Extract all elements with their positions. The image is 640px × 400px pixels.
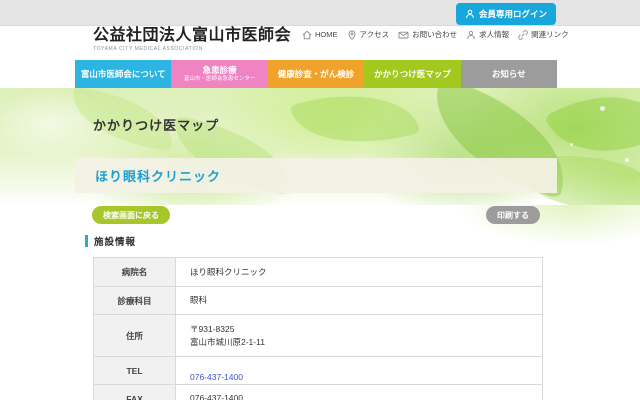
main-nav: 富山市医師会について 急患診療 富山市・医師会急患センター 健康診査・がん検診 … (75, 60, 557, 88)
person-icon (466, 30, 476, 40)
pin-icon (347, 30, 357, 40)
page-title: かかりつけ医マップ (93, 115, 219, 134)
back-to-search-button[interactable]: 検索画面に戻る (92, 206, 170, 224)
nav-contact-label: お問い合わせ (412, 29, 457, 40)
table-row-hospital-name: 病院名 ほり眼科クリニック (94, 258, 543, 287)
nav-home[interactable]: HOME (302, 30, 338, 40)
tab-emergency-label: 急患診療 (203, 65, 237, 75)
tab-emergency-sublabel: 富山市・医師会急患センター (184, 76, 256, 83)
sparkle-decoration (600, 106, 605, 111)
member-login-button[interactable]: 会員専用ログイン (456, 3, 556, 25)
table-row-tel: TEL 076-437-1400 (94, 357, 543, 385)
utility-nav: HOME アクセス お問い合わせ 求人情報 (302, 29, 569, 40)
link-icon (518, 30, 528, 40)
tab-news[interactable]: お知らせ (461, 60, 557, 88)
member-login-label: 会員専用ログイン (479, 8, 547, 20)
nav-home-label: HOME (315, 30, 338, 39)
row-label: 診療科目 (94, 287, 176, 315)
tab-health-checkup[interactable]: 健康診査・がん検診 (268, 60, 364, 88)
nav-contact[interactable]: お問い合わせ (398, 29, 457, 40)
row-value: 076-437-1400 (176, 357, 543, 385)
table-row-department: 診療科目 眼科 (94, 287, 543, 315)
site-subtitle: TOYAMA CITY MEDICAL ASSOCIATION (93, 46, 291, 52)
page: 会員専用ログイン 公益社団法人富山市医師会 TOYAMA CITY MEDICA… (0, 0, 640, 400)
row-value: 〒931-8325 富山市城川原2-1-11 (176, 315, 543, 357)
mail-icon (398, 30, 409, 40)
row-label: 病院名 (94, 258, 176, 287)
table-row-address: 住所 〒931-8325 富山市城川原2-1-11 (94, 315, 543, 357)
tel-link[interactable]: 076-437-1400 (190, 372, 243, 382)
nav-access[interactable]: アクセス (347, 29, 390, 40)
site-branding[interactable]: 公益社団法人富山市医師会 TOYAMA CITY MEDICAL ASSOCIA… (93, 27, 291, 52)
facility-info-label: 施設情報 (94, 234, 136, 248)
table-row-fax: FAX 076-437-1400 (94, 385, 543, 400)
home-icon (302, 30, 312, 40)
tab-doctor-map[interactable]: かかりつけ医マップ (364, 60, 460, 88)
nav-recruit-label: 求人情報 (479, 29, 509, 40)
clinic-name-heading: ほり眼科クリニック (75, 158, 557, 193)
site-title: 公益社団法人富山市医師会 (93, 27, 291, 45)
sparkle-decoration (625, 158, 629, 162)
facility-info-heading: 施設情報 (85, 234, 136, 248)
row-value: 眼科 (176, 287, 543, 315)
row-value: 076-437-1400 (176, 385, 543, 400)
sparkle-decoration (570, 143, 573, 146)
row-value: ほり眼科クリニック (176, 258, 543, 287)
leaf-decoration (290, 88, 420, 162)
tab-about-label: 富山市医師会について (81, 69, 166, 79)
row-label: 住所 (94, 315, 176, 357)
row-label: TEL (94, 357, 176, 385)
heading-accent-bar (85, 235, 88, 247)
nav-links[interactable]: 関連リンク (518, 29, 569, 40)
tab-about[interactable]: 富山市医師会について (75, 60, 171, 88)
nav-links-label: 関連リンク (531, 29, 569, 40)
tab-news-label: お知らせ (492, 69, 526, 79)
clinic-name: ほり眼科クリニック (95, 166, 221, 185)
member-person-icon (465, 9, 475, 19)
facility-table: 病院名 ほり眼科クリニック 診療科目 眼科 住所 〒931-8325 富山市城川… (93, 257, 543, 400)
tab-emergency[interactable]: 急患診療 富山市・医師会急患センター (171, 60, 267, 88)
tab-doctor-map-label: かかりつけ医マップ (374, 69, 451, 79)
tab-health-checkup-label: 健康診査・がん検診 (278, 69, 355, 79)
print-button[interactable]: 印刷する (486, 206, 540, 224)
row-label: FAX (94, 385, 176, 400)
nav-access-label: アクセス (360, 29, 390, 40)
nav-recruit[interactable]: 求人情報 (466, 29, 509, 40)
